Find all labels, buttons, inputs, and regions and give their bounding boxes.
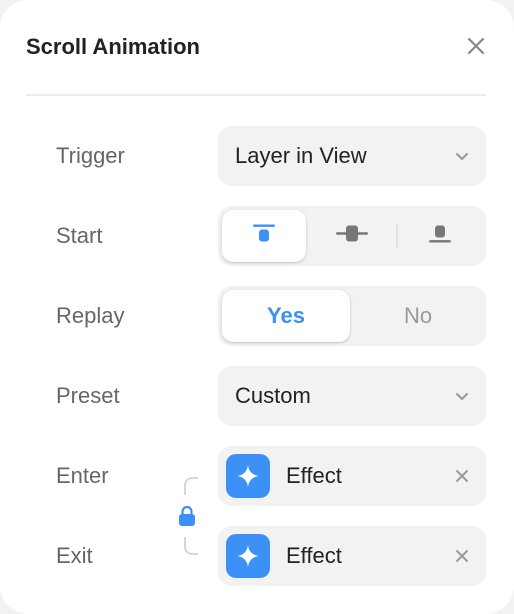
remove-enter-effect-icon[interactable] — [454, 468, 470, 484]
panel-header: Scroll Animation — [26, 30, 488, 64]
preset-label: Preset — [56, 383, 120, 408]
enter-label: Enter — [56, 463, 109, 488]
align-center-icon — [335, 223, 369, 250]
start-segmented-control — [218, 206, 486, 266]
chevron-down-icon — [454, 148, 470, 164]
trigger-label: Trigger — [56, 143, 125, 168]
exit-effect-label: Effect — [286, 543, 342, 568]
sparkle-icon — [226, 454, 270, 498]
trigger-select[interactable]: Layer in View — [218, 126, 486, 186]
replay-no-button[interactable]: No — [354, 290, 482, 342]
align-top-icon — [251, 224, 277, 249]
exit-effect-field[interactable]: Effect — [218, 526, 486, 586]
exit-label: Exit — [56, 543, 93, 568]
start-option-center[interactable] — [310, 210, 394, 262]
replay-segmented-control: Yes No — [218, 286, 486, 346]
chevron-down-icon — [454, 388, 470, 404]
enter-effect-label: Effect — [286, 463, 342, 488]
replay-yes-label: Yes — [267, 303, 305, 328]
remove-exit-effect-icon[interactable] — [454, 548, 470, 564]
sparkle-icon — [226, 534, 270, 578]
replay-label: Replay — [56, 303, 125, 328]
close-icon[interactable] — [466, 36, 486, 56]
lock-icon[interactable] — [176, 504, 198, 528]
align-bottom-icon — [427, 224, 453, 249]
start-option-top[interactable] — [222, 210, 306, 262]
link-bracket-bottom — [184, 537, 198, 555]
replay-no-label: No — [403, 303, 433, 328]
replay-yes-button[interactable]: Yes — [222, 290, 350, 342]
header-divider — [26, 94, 486, 96]
preset-select[interactable]: Custom — [218, 366, 486, 426]
start-label: Start — [56, 223, 103, 248]
link-bracket-top — [184, 477, 198, 495]
preset-value: Custom — [235, 383, 311, 408]
start-option-bottom[interactable] — [398, 210, 482, 262]
scroll-animation-panel: Scroll Animation Trigger Layer in View S… — [0, 0, 514, 614]
panel-title: Scroll Animation — [26, 34, 200, 59]
trigger-value: Layer in View — [235, 143, 367, 168]
enter-effect-field[interactable]: Effect — [218, 446, 486, 506]
